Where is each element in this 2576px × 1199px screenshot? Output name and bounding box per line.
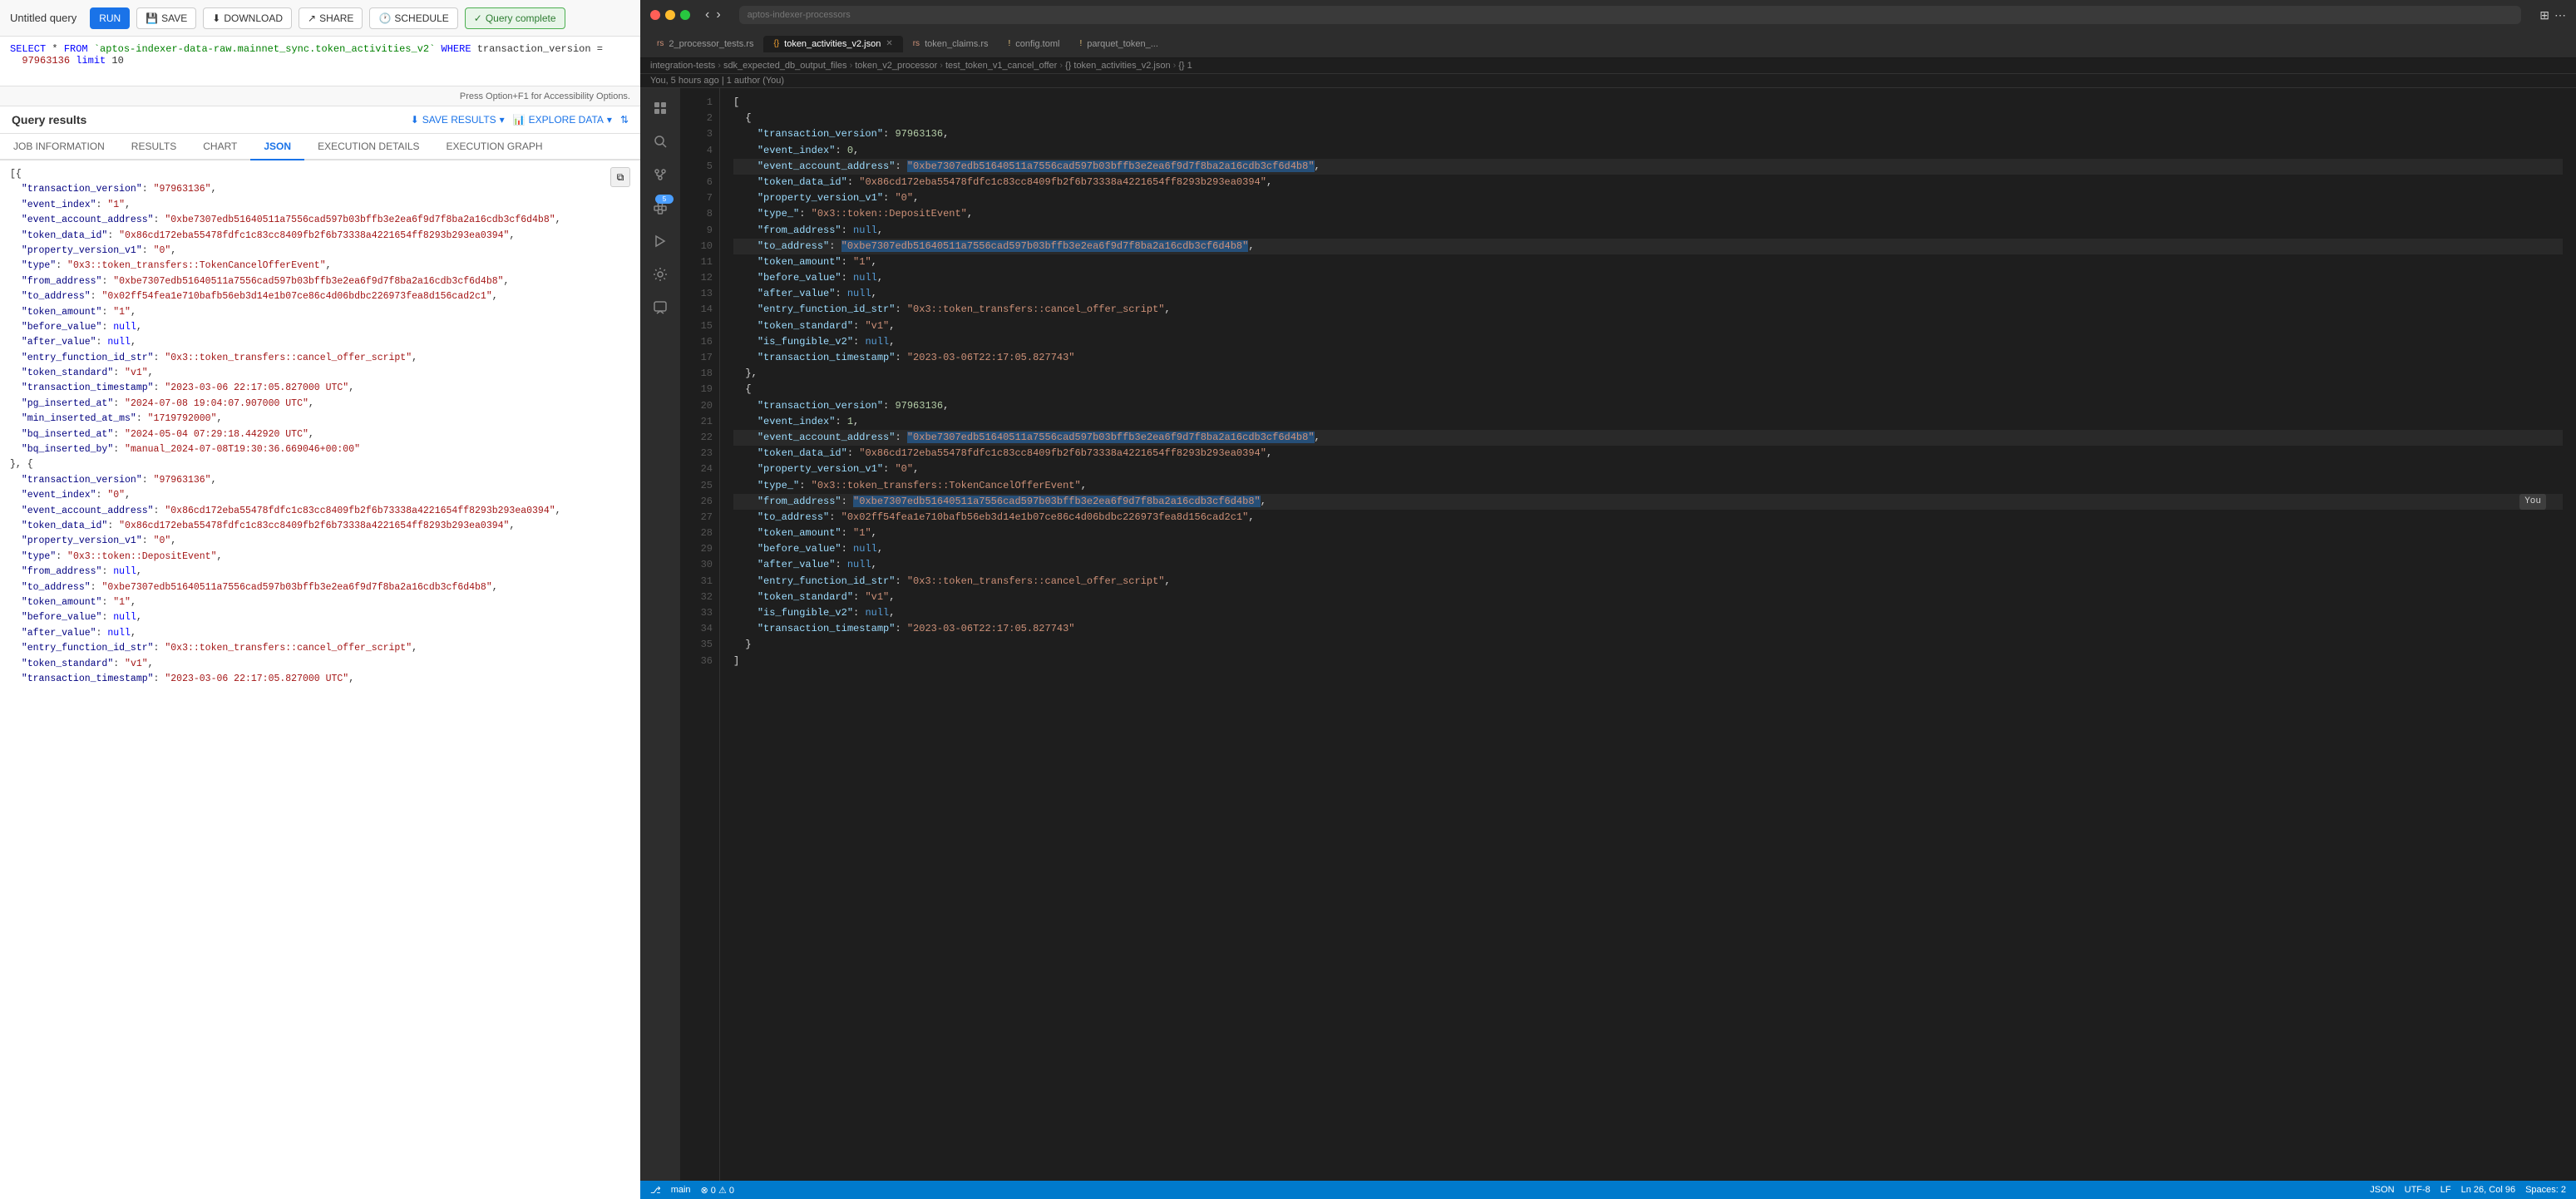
clock-icon: 🕐 (378, 12, 391, 24)
debug-icon[interactable] (650, 231, 670, 251)
json-file-icon: {} (773, 39, 779, 48)
json-display: [{ "transaction_version": "97963136", "e… (10, 167, 630, 687)
git-branch-label: main (671, 1185, 691, 1195)
encoding-label[interactable]: UTF-8 (2405, 1185, 2430, 1195)
tab-json[interactable]: JSON (250, 134, 304, 160)
tab-execution-graph[interactable]: EXECUTION GRAPH (433, 134, 556, 160)
window-action-buttons: ⊞ ⋯ (2539, 8, 2566, 22)
sort-icon: ⇅ (620, 114, 629, 126)
share-button[interactable]: ↗ SHARE (299, 7, 363, 29)
editor-main: 12345 678910 1112131415 1617181920 21222… (640, 88, 2576, 1181)
rs-file-icon-2: rs (913, 39, 920, 48)
git-info-text: You, 5 hours ago | 1 author (You) (650, 76, 784, 86)
forward-button[interactable]: › (716, 7, 720, 22)
right-panel: ‹ › ⊞ ⋯ rs 2_processor_tests.rs {} token… (640, 0, 2576, 1199)
address-input[interactable] (748, 10, 2514, 20)
editor-sidebar (640, 88, 680, 1181)
breadcrumb: integration-tests › sdk_expected_db_outp… (640, 58, 2576, 74)
cursor-position-label: Ln 26, Col 96 (2461, 1185, 2515, 1195)
extensions-icon[interactable] (650, 198, 670, 218)
git-branch-icon: ⎇ (650, 1185, 661, 1196)
left-panel: Untitled query RUN 💾 SAVE ⬇ DOWNLOAD ↗ S… (0, 0, 640, 1199)
code-editor[interactable]: [ { "transaction_version": 97963136, "ev… (720, 88, 2576, 1181)
explore-data-dropdown-icon: ▾ (607, 114, 612, 126)
line-numbers: 12345 678910 1112131415 1617181920 21222… (680, 88, 720, 1181)
query-title: Untitled query (10, 12, 76, 24)
settings-icon[interactable] (650, 264, 670, 284)
nav-buttons: ‹ › (705, 7, 721, 22)
accessibility-text: Press Option+F1 for Accessibility Option… (460, 91, 630, 101)
json-content-area[interactable]: ⧉ [{ "transaction_version": "97963136", … (0, 160, 640, 1199)
schedule-button[interactable]: 🕐 SCHEDULE (369, 7, 457, 29)
explore-data-icon: 📊 (513, 114, 526, 126)
results-actions: ⬇ SAVE RESULTS ▾ 📊 EXPLORE DATA ▾ ⇅ (411, 114, 629, 126)
save-results-dropdown-icon: ▾ (500, 114, 505, 126)
save-icon: 💾 (146, 12, 158, 24)
window-controls: ‹ › ⊞ ⋯ (640, 0, 2576, 30)
errors-label: ⊗ 0 ⚠ 0 (701, 1185, 734, 1196)
query-editor[interactable]: SELECT * FROM `aptos-indexer-data-raw.ma… (0, 37, 640, 86)
save-results-button[interactable]: ⬇ SAVE RESULTS ▾ (411, 114, 505, 126)
editor-tabs: rs 2_processor_tests.rs {} token_activit… (640, 30, 2576, 58)
parquet-file-icon: ! (1079, 39, 1082, 48)
explore-data-button[interactable]: 📊 EXPLORE DATA ▾ (513, 114, 612, 126)
address-bar[interactable] (739, 6, 2522, 24)
search-sidebar-icon[interactable] (650, 131, 670, 151)
sort-button[interactable]: ⇅ (620, 114, 629, 126)
maximize-window-button[interactable] (680, 10, 690, 20)
run-button[interactable]: RUN (90, 7, 130, 29)
results-tabs-bar: JOB INFORMATION RESULTS CHART JSON EXECU… (0, 134, 640, 160)
split-editor-icon[interactable]: ⊞ (2539, 8, 2549, 22)
toml-file-icon: ! (1008, 39, 1010, 48)
query-results-header: Query results ⬇ SAVE RESULTS ▾ 📊 EXPLORE… (0, 106, 640, 134)
copy-button[interactable]: ⧉ (610, 167, 630, 187)
git-icon[interactable] (650, 165, 670, 185)
accessibility-bar: Press Option+F1 for Accessibility Option… (0, 86, 640, 106)
git-info-bar: You, 5 hours ago | 1 author (You) (640, 74, 2576, 88)
close-window-button[interactable] (650, 10, 660, 20)
share-icon: ↗ (308, 12, 316, 24)
tab-close-button[interactable]: ✕ (886, 39, 892, 48)
check-icon: ✓ (474, 12, 482, 24)
status-bar: ⎇ main ⊗ 0 ⚠ 0 JSON UTF-8 LF Ln 26, Col … (640, 1181, 2576, 1199)
editor-tab-parquet-token[interactable]: ! parquet_token_... (1069, 36, 1167, 52)
line-ending-label[interactable]: LF (2440, 1185, 2451, 1195)
save-button[interactable]: 💾 SAVE (136, 7, 196, 29)
editor-tab-token-claims[interactable]: rs token_claims.rs (903, 36, 999, 52)
spaces-label[interactable]: Spaces: 2 (2525, 1185, 2566, 1195)
chat-icon[interactable] (650, 298, 670, 318)
tab-job-information[interactable]: JOB INFORMATION (0, 134, 118, 160)
editor-tab-processor-tests[interactable]: rs 2_processor_tests.rs (647, 36, 763, 52)
language-label[interactable]: JSON (2370, 1185, 2394, 1195)
tab-execution-details[interactable]: EXECUTION DETAILS (304, 134, 432, 160)
editor-tab-config[interactable]: ! config.toml (998, 36, 1069, 52)
rs-file-icon: rs (657, 39, 664, 48)
more-options-icon[interactable]: ⋯ (2554, 8, 2566, 22)
explorer-icon[interactable] (650, 98, 670, 118)
tab-chart[interactable]: CHART (190, 134, 250, 160)
tab-results[interactable]: RESULTS (118, 134, 190, 160)
download-button[interactable]: ⬇ DOWNLOAD (203, 7, 292, 29)
save-results-icon: ⬇ (411, 114, 419, 126)
query-complete-button[interactable]: ✓ Query complete (465, 7, 565, 29)
query-results-title: Query results (12, 113, 86, 126)
editor-tab-token-activities[interactable]: {} token_activities_v2.json ✕ (763, 36, 902, 52)
back-button[interactable]: ‹ (705, 7, 709, 22)
download-icon: ⬇ (212, 12, 220, 24)
minimize-window-button[interactable] (665, 10, 675, 20)
toolbar: Untitled query RUN 💾 SAVE ⬇ DOWNLOAD ↗ S… (0, 0, 640, 37)
